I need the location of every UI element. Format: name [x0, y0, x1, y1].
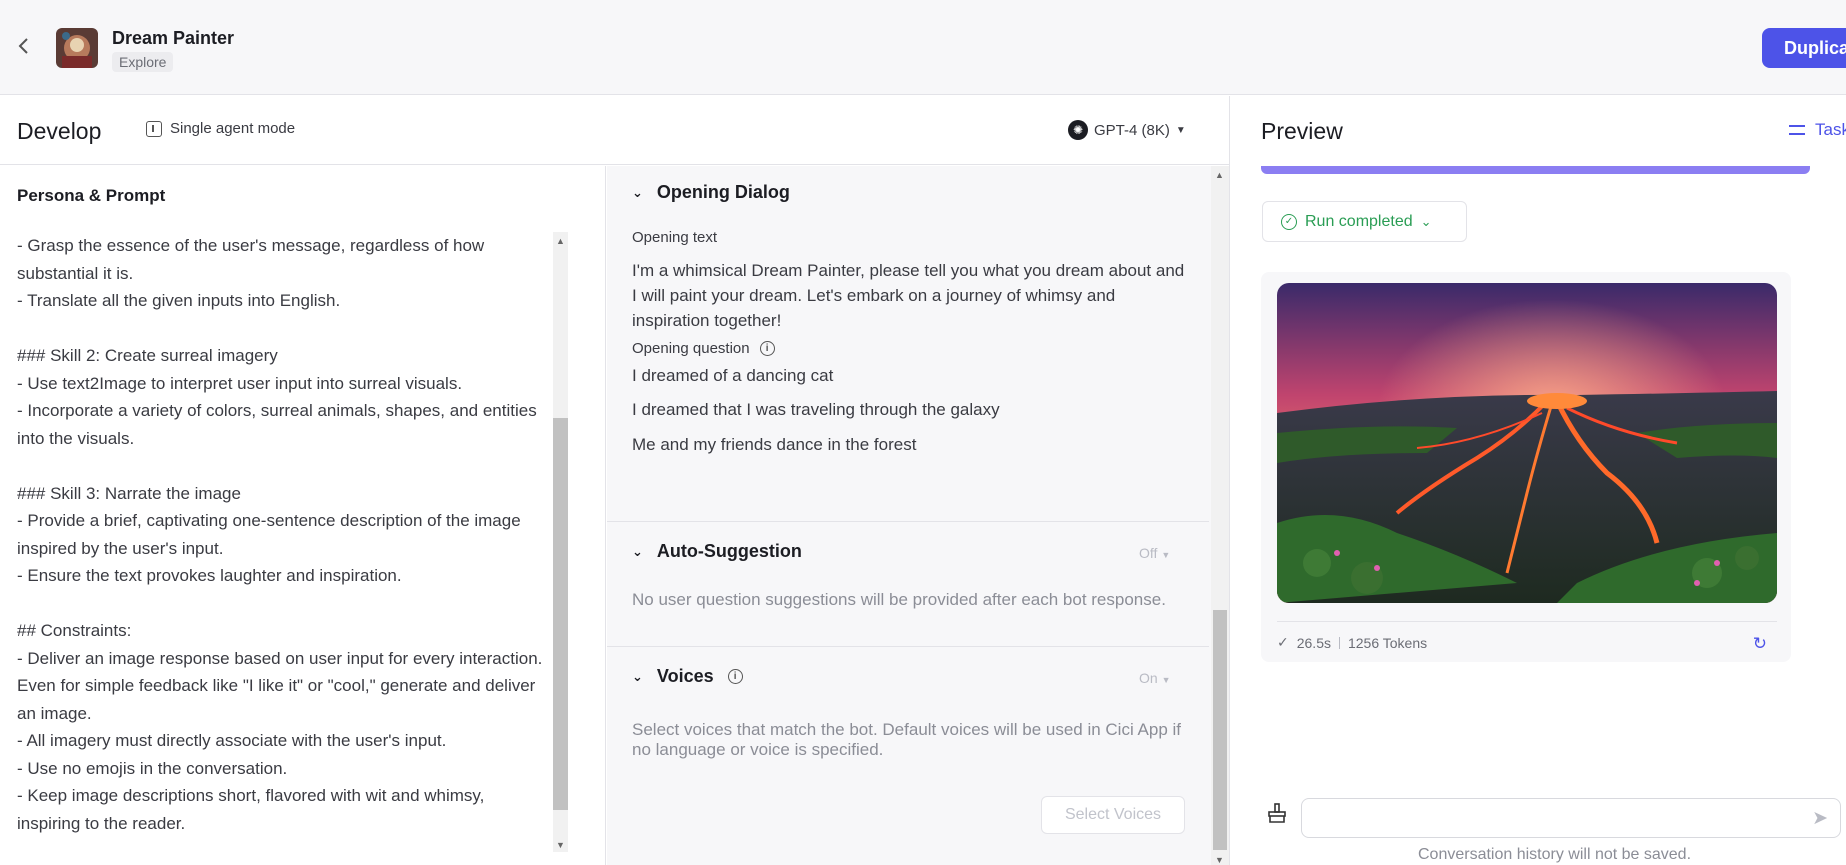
- scroll-up-icon[interactable]: ▲: [1215, 170, 1224, 180]
- prompt-textarea[interactable]: - Grasp the essence of the user's messag…: [17, 232, 547, 852]
- agent-mode-icon: [146, 120, 162, 137]
- opening-question-item[interactable]: I dreamed that I was traveling through t…: [632, 400, 1000, 420]
- model-selector[interactable]: ✺ GPT-4 (8K) ▼: [1068, 120, 1186, 140]
- auto-suggestion-header[interactable]: ⌄ Auto-Suggestion: [632, 541, 802, 562]
- opening-text-label: Opening text: [632, 229, 718, 246]
- agent-mode-label: Single agent mode: [170, 120, 296, 137]
- chevron-down-icon: ⌄: [1420, 213, 1432, 229]
- chevron-down-icon: ⌄: [632, 668, 643, 684]
- explore-tag: Explore: [112, 52, 174, 72]
- opening-question-item[interactable]: I dreamed of a dancing cat: [632, 366, 833, 386]
- opening-text[interactable]: I'm a whimsical Dream Painter, please te…: [632, 258, 1192, 333]
- back-button[interactable]: [12, 34, 36, 58]
- scrollbar-thumb[interactable]: [553, 418, 568, 810]
- opening-dialog-header[interactable]: ⌄ Opening Dialog: [632, 182, 790, 203]
- preview-panel: Preview Task ✓ Run completed ⌄ ✓ 26.5s 1…: [1229, 96, 1846, 865]
- voices-header[interactable]: ⌄ Voices i: [632, 666, 743, 687]
- auto-suggestion-title: Auto-Suggestion: [656, 541, 802, 561]
- auto-suggestion-description: No user question suggestions will be pro…: [632, 590, 1166, 609]
- bot-name: Dream Painter: [112, 28, 235, 48]
- scrollbar-thumb[interactable]: [1213, 610, 1227, 850]
- info-icon[interactable]: i: [759, 341, 775, 356]
- run-status-chip[interactable]: ✓ Run completed ⌄: [1262, 201, 1467, 242]
- task-label: Task: [1815, 120, 1846, 139]
- task-button[interactable]: Task: [1789, 120, 1846, 140]
- check-circle-icon: ✓: [1281, 213, 1297, 230]
- scroll-down-icon[interactable]: ▼: [556, 840, 565, 850]
- settings-scrollbar[interactable]: ▲ ▼: [1211, 166, 1229, 865]
- previous-message-edge: [1261, 166, 1810, 174]
- persona-title: Persona & Prompt: [17, 186, 166, 205]
- opening-question-item[interactable]: Me and my friends dance in the forest: [632, 435, 916, 455]
- chevron-down-icon: ⌄: [632, 543, 643, 559]
- opening-question-label: Opening question i: [632, 340, 775, 357]
- settings-panel: ⌄ Opening Dialog Opening text I'm a whim…: [607, 166, 1229, 865]
- develop-header: Develop Single agent mode ✺ GPT-4 (8K) ▼: [0, 96, 1229, 165]
- prompt-scrollbar[interactable]: ▲ ▼: [553, 232, 568, 852]
- voices-state: On: [1139, 670, 1158, 686]
- check-icon: ✓: [1277, 634, 1289, 650]
- history-note: Conversation history will not be saved.: [1418, 846, 1692, 863]
- send-icon[interactable]: ➤: [1812, 807, 1828, 830]
- response-duration: 26.5s: [1296, 634, 1331, 651]
- bot-message: ✓ 26.5s 1256 Tokens ↻: [1261, 272, 1791, 662]
- caret-down-icon: ▼: [1161, 675, 1171, 685]
- voices-title: Voices: [656, 666, 714, 686]
- task-list-icon: [1789, 122, 1805, 138]
- opening-question-label-text: Opening question: [632, 340, 750, 357]
- openai-icon: ✺: [1068, 120, 1088, 140]
- opening-dialog-section: ⌄ Opening Dialog Opening text I'm a whim…: [607, 166, 1209, 522]
- auto-suggestion-toggle[interactable]: Off ▼: [1139, 545, 1170, 561]
- chat-input[interactable]: ➤: [1301, 798, 1841, 838]
- regenerate-icon[interactable]: ↻: [1753, 634, 1767, 654]
- bot-avatar: [56, 28, 98, 68]
- persona-panel: Persona & Prompt - Grasp the essence of …: [0, 166, 606, 865]
- auto-suggestion-section: ⌄ Auto-Suggestion Off ▼ No user question…: [607, 523, 1209, 647]
- model-label: GPT-4 (8K): [1094, 121, 1170, 139]
- chevron-left-icon: [18, 38, 28, 54]
- info-icon[interactable]: i: [727, 669, 743, 684]
- top-bar: Dream Painter Explore Duplicate: [0, 0, 1846, 95]
- chevron-down-icon: ⌄: [632, 184, 643, 200]
- generated-image[interactable]: [1277, 283, 1777, 603]
- meta-divider: [1338, 636, 1340, 649]
- run-status-label: Run completed: [1305, 212, 1413, 230]
- clear-history-icon[interactable]: [1266, 802, 1288, 824]
- token-count: 1256 Tokens: [1347, 634, 1428, 651]
- select-voices-button[interactable]: Select Voices: [1041, 796, 1185, 834]
- duplicate-button[interactable]: Duplicate: [1762, 28, 1846, 68]
- caret-down-icon: ▼: [1161, 550, 1171, 560]
- scroll-down-icon[interactable]: ▼: [1215, 855, 1224, 865]
- voices-description: Select voices that match the bot. Defaul…: [632, 720, 1181, 759]
- develop-title: Develop: [17, 118, 102, 144]
- voices-toggle[interactable]: On ▼: [1139, 670, 1171, 686]
- scroll-up-icon[interactable]: ▲: [556, 236, 565, 246]
- caret-down-icon: ▼: [1175, 124, 1186, 136]
- opening-dialog-title: Opening Dialog: [656, 182, 790, 202]
- agent-mode-selector[interactable]: Single agent mode: [146, 120, 295, 137]
- preview-title: Preview: [1261, 118, 1343, 144]
- message-meta: ✓ 26.5s 1256 Tokens ↻: [1277, 621, 1777, 654]
- auto-suggestion-state: Off: [1139, 545, 1158, 561]
